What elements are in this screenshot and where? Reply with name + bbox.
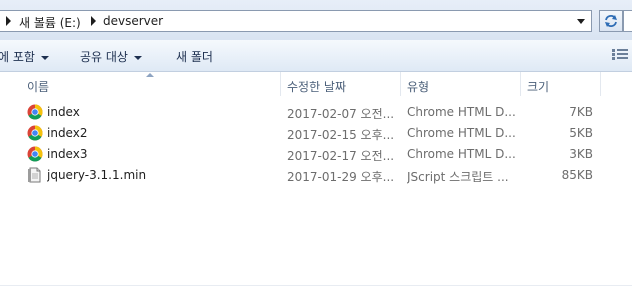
breadcrumb-separator-icon[interactable] (91, 16, 96, 26)
file-date: 2017-01-29 오후... (287, 170, 395, 184)
file-size: 85KB (561, 168, 593, 182)
chevron-down-icon (133, 55, 142, 60)
explorer-window: 새 볼륨 (E:) devserver 에 포함 공유 대상 새 폴더 이름 수… (0, 0, 632, 290)
column-header-date[interactable]: 수정한 날짜 (287, 78, 346, 95)
column-header-name[interactable]: 이름 (27, 78, 49, 95)
file-size: 7KB (569, 105, 593, 119)
search-input[interactable] (623, 10, 632, 32)
breadcrumb-volume[interactable]: 새 볼륨 (E:) (19, 14, 81, 31)
file-date: 2017-02-17 오전... (287, 149, 395, 163)
column-header-size[interactable]: 크기 (527, 78, 549, 95)
list-bottom-border (0, 285, 632, 286)
address-history-dropdown-icon[interactable] (577, 19, 585, 24)
file-row[interactable]: jquery-3.1.1.min 2017-01-29 오후... JScrip… (0, 165, 632, 186)
chrome-icon (27, 104, 43, 120)
script-file-icon (28, 167, 41, 183)
file-type: Chrome HTML D... (407, 126, 515, 140)
file-row[interactable]: index3 2017-02-17 오전... Chrome HTML D...… (0, 144, 632, 165)
sort-ascending-icon (146, 73, 154, 77)
column-divider[interactable] (400, 72, 401, 96)
file-type: Chrome HTML D... (407, 147, 515, 161)
file-size: 5KB (569, 126, 593, 140)
view-options-icon[interactable] (612, 49, 628, 61)
file-row[interactable]: index 2017-02-07 오전... Chrome HTML D... … (0, 102, 632, 123)
new-folder-button[interactable]: 새 폴더 (176, 48, 213, 65)
column-header-type[interactable]: 유형 (407, 78, 429, 95)
address-bar[interactable]: 새 볼륨 (E:) devserver (0, 10, 592, 32)
file-date: 2017-02-15 오후... (287, 128, 395, 142)
address-bar-area: 새 볼륨 (E:) devserver (0, 0, 632, 40)
column-divider[interactable] (280, 72, 281, 96)
chrome-icon (27, 125, 43, 141)
include-in-library-label: 에 포함 (0, 50, 35, 64)
share-with-button[interactable]: 공유 대상 (80, 48, 142, 65)
share-with-label: 공유 대상 (80, 50, 128, 64)
column-header-row: 이름 수정한 날짜 유형 크기 (0, 72, 632, 96)
refresh-button[interactable] (599, 10, 623, 32)
column-divider[interactable] (600, 72, 601, 96)
file-size: 3KB (569, 147, 593, 161)
breadcrumb-devserver[interactable]: devserver (103, 14, 163, 28)
chevron-down-icon (40, 55, 49, 60)
file-date: 2017-02-07 오전... (287, 107, 395, 121)
file-name: index3 (47, 147, 88, 161)
breadcrumb-separator-icon[interactable] (6, 16, 11, 26)
file-row[interactable]: index2 2017-02-15 오후... Chrome HTML D...… (0, 123, 632, 144)
file-name: jquery-3.1.1.min (47, 168, 147, 182)
include-in-library-button[interactable]: 에 포함 (0, 48, 49, 65)
file-type: Chrome HTML D... (407, 105, 515, 119)
chrome-icon (27, 146, 43, 162)
command-toolbar: 에 포함 공유 대상 새 폴더 (0, 40, 632, 72)
file-type: JScript 스크립트 ... (407, 170, 509, 184)
column-divider[interactable] (520, 72, 521, 96)
file-name: index (47, 105, 80, 119)
refresh-icon (605, 15, 617, 27)
file-name: index2 (47, 126, 88, 140)
